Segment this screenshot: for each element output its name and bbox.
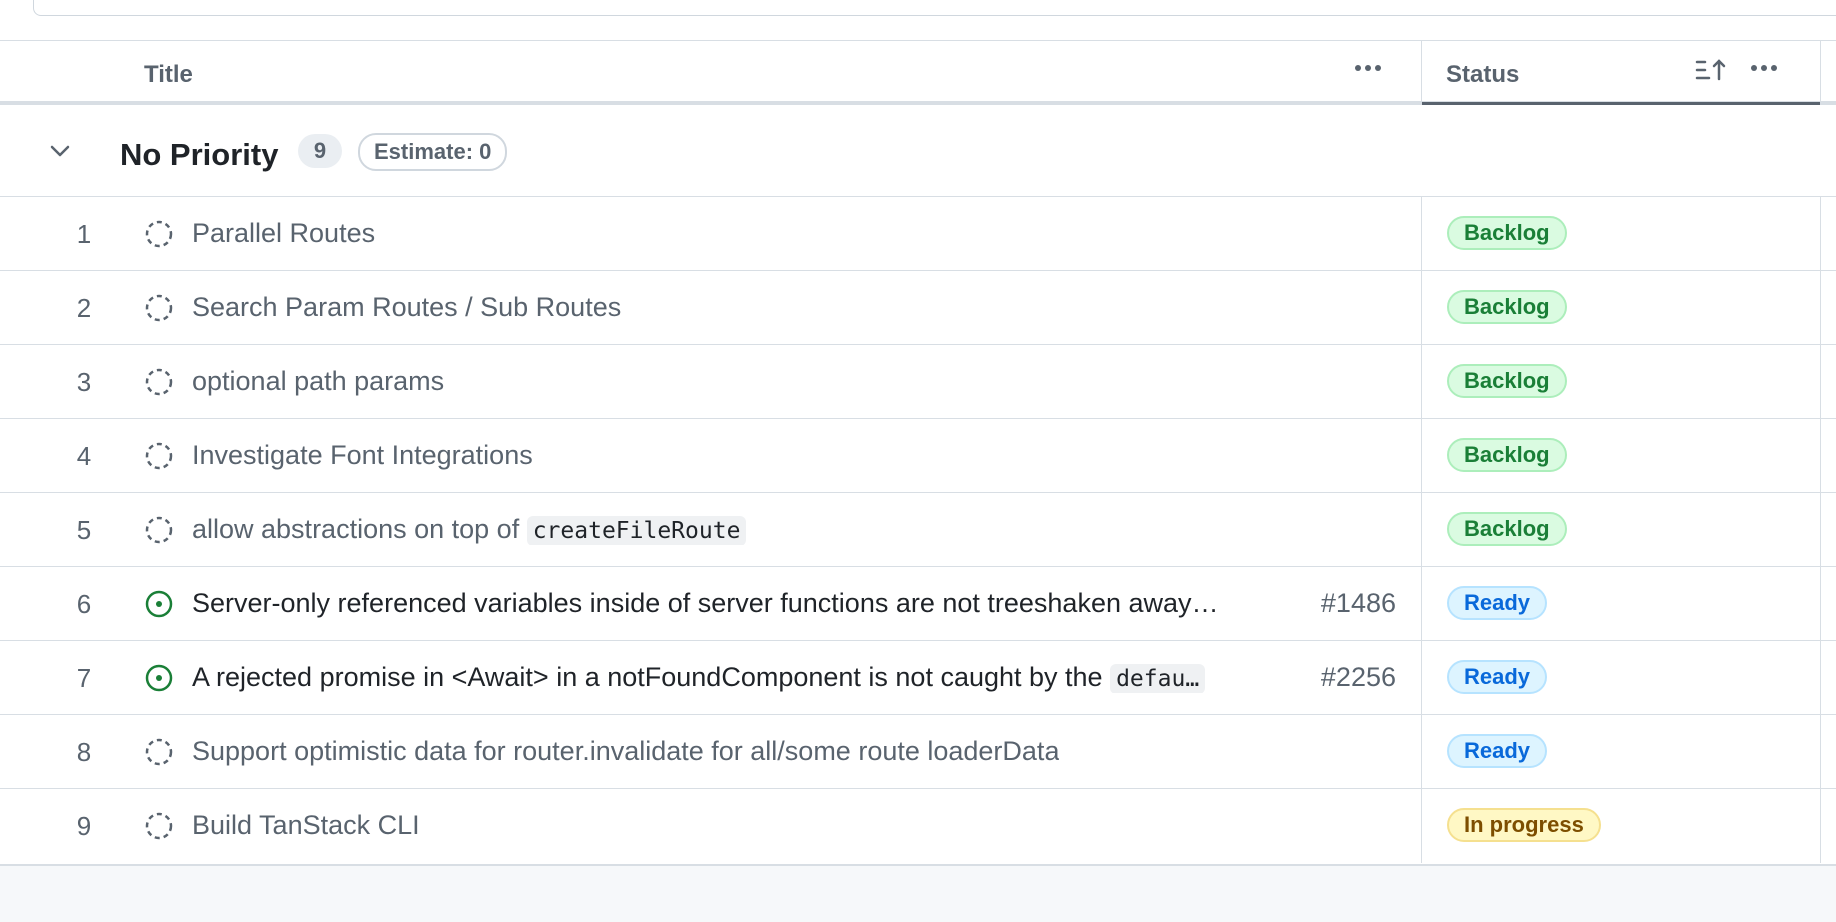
row-title-text: Parallel Routes: [192, 218, 376, 248]
row-number: 4: [76, 441, 92, 471]
column-divider: [1820, 271, 1821, 344]
column-divider: [1820, 419, 1821, 492]
status-badge[interactable]: Backlog: [1447, 364, 1567, 398]
table-row[interactable]: 2 Search Param Routes / Sub Routes Backlog: [0, 271, 1836, 345]
column-divider[interactable]: [1820, 41, 1821, 102]
column-divider: [1820, 197, 1821, 270]
column-header-title[interactable]: Title: [144, 61, 193, 89]
issue-number[interactable]: #2256: [1321, 662, 1396, 693]
row-title[interactable]: Investigate Font Integrations: [192, 440, 533, 471]
status-badge[interactable]: Ready: [1447, 734, 1548, 768]
row-title-text: Build TanStack CLI: [192, 810, 420, 840]
group-count-badge: 9: [298, 134, 342, 168]
draft-issue-icon: [145, 738, 173, 766]
inline-code: defau…: [1110, 664, 1206, 693]
draft-issue-icon: [145, 516, 173, 544]
row-title[interactable]: Server-only referenced variables inside …: [192, 588, 1219, 619]
column-divider: [1820, 493, 1821, 566]
sort-ascending-icon[interactable]: [1694, 57, 1730, 85]
table-row[interactable]: 8 Support optimistic data for router.inva…: [0, 715, 1836, 789]
row-number: 3: [76, 367, 92, 397]
column-header-status-cell[interactable]: Status: [1422, 41, 1820, 106]
title-column-menu-icon[interactable]: [1348, 50, 1388, 86]
column-divider: [1421, 493, 1422, 566]
open-issue-icon: [145, 590, 173, 618]
column-divider: [1820, 789, 1821, 863]
column-divider: [1421, 715, 1422, 788]
status-badge[interactable]: Backlog: [1447, 438, 1567, 472]
group-header: No Priority 9 Estimate: 0: [0, 105, 1836, 197]
table-body: 1 Parallel Routes Backlog 2 Search Param Rou…: [0, 197, 1836, 863]
table-row[interactable]: 9 Build TanStack CLI In progress: [0, 789, 1836, 863]
row-number: 2: [76, 293, 92, 323]
column-divider: [1421, 789, 1422, 863]
row-title[interactable]: Search Param Routes / Sub Routes: [192, 292, 621, 323]
status-badge[interactable]: Ready: [1447, 586, 1548, 620]
draft-issue-icon: [145, 294, 173, 322]
column-divider: [1421, 419, 1422, 492]
column-divider: [1820, 567, 1821, 640]
status-badge[interactable]: Backlog: [1447, 512, 1567, 546]
table-row[interactable]: 1 Parallel Routes Backlog: [0, 197, 1836, 271]
table-row[interactable]: 7 A rejected promise in <Await> in a notF…: [0, 641, 1836, 715]
column-divider: [1421, 641, 1422, 714]
draft-issue-icon: [145, 812, 173, 840]
inline-code: createFileRoute: [526, 516, 747, 545]
column-divider: [1421, 197, 1422, 270]
status-badge[interactable]: Ready: [1447, 660, 1548, 694]
draft-issue-icon: [145, 220, 173, 248]
table-row[interactable]: 6 Server-only referenced variables inside…: [0, 567, 1836, 641]
group-title: No Priority: [120, 137, 279, 172]
row-title-text: Search Param Routes / Sub Routes: [192, 292, 622, 322]
row-title-text: optional path params: [192, 366, 445, 396]
row-number: 5: [76, 515, 92, 545]
filter-input[interactable]: [33, 0, 1836, 16]
row-title[interactable]: Parallel Routes: [192, 218, 375, 249]
row-title-text: A rejected promise in <Await> in a notFo…: [192, 662, 1111, 692]
column-divider: [1820, 715, 1821, 788]
status-badge[interactable]: Backlog: [1447, 290, 1567, 324]
chevron-down-icon[interactable]: [44, 135, 76, 167]
table-row[interactable]: 5 allow abstractions on top of createFile…: [0, 493, 1836, 567]
status-badge[interactable]: In progress: [1447, 808, 1601, 842]
open-issue-icon: [145, 664, 173, 692]
issue-number[interactable]: #1486: [1321, 588, 1396, 619]
row-number: 6: [76, 589, 92, 619]
status-badge[interactable]: Backlog: [1447, 216, 1567, 250]
draft-issue-icon: [145, 442, 173, 470]
row-title-text: Support optimistic data for router.inval…: [192, 736, 1060, 766]
draft-issue-icon: [145, 368, 173, 396]
row-title-text: allow abstractions on top of: [192, 514, 527, 544]
row-title[interactable]: Support optimistic data for router.inval…: [192, 736, 1059, 767]
column-divider: [1421, 345, 1422, 418]
table-header: Title Status: [0, 40, 1836, 106]
column-header-status[interactable]: Status: [1446, 61, 1519, 89]
row-title-text: Server-only referenced variables inside …: [192, 588, 1219, 618]
column-divider: [1421, 567, 1422, 640]
row-title[interactable]: Build TanStack CLI: [192, 810, 420, 841]
row-title[interactable]: allow abstractions on top of createFileR…: [192, 514, 747, 545]
column-divider: [1421, 271, 1422, 344]
row-title-text: Investigate Font Integrations: [192, 440, 533, 470]
row-title[interactable]: A rejected promise in <Await> in a notFo…: [192, 662, 1206, 693]
row-number: 1: [76, 219, 92, 249]
row-title[interactable]: optional path params: [192, 366, 444, 397]
table-row[interactable]: 3 optional path params Backlog: [0, 345, 1836, 419]
table-footer: [0, 864, 1836, 922]
status-column-menu-icon[interactable]: [1744, 50, 1784, 86]
row-number: 8: [76, 737, 92, 767]
column-divider: [1820, 345, 1821, 418]
row-number: 7: [76, 663, 92, 693]
table-row[interactable]: 4 Investigate Font Integrations Backlog: [0, 419, 1836, 493]
estimate-badge: Estimate: 0: [358, 133, 508, 171]
row-number: 9: [76, 811, 92, 841]
column-divider: [1820, 641, 1821, 714]
